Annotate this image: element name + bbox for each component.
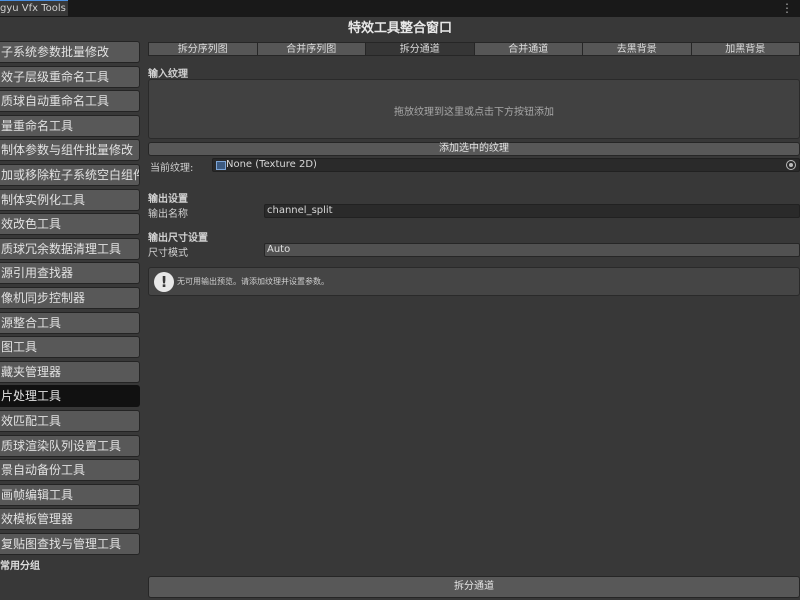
size-mode-dropdown[interactable]: Auto: [264, 243, 800, 257]
sidebar-item[interactable]: 图工具: [0, 336, 140, 359]
feature-tab[interactable]: 加黑背景: [691, 42, 800, 56]
add-selected-texture-button[interactable]: 添加选中的纹理: [148, 142, 800, 156]
tool-sidebar: 子系统参数批量修改 效子层级重命名工具 质球自动重命名工具 量重命名工具 制体参数与组件…: [0, 41, 140, 557]
feature-tabs: 拆分序列图 合并序列图 拆分通道 合并通道 去黑背景 加黑背景: [148, 42, 800, 56]
sidebar-item[interactable]: 复贴图查找与管理工具: [0, 532, 140, 555]
feature-tab[interactable]: 去黑背景: [583, 42, 692, 56]
current-texture-field[interactable]: None (Texture 2D): [212, 158, 800, 172]
sidebar-item[interactable]: 源整合工具: [0, 311, 140, 334]
sidebar-item[interactable]: 质球冗余数据清理工具: [0, 237, 140, 260]
sidebar-item[interactable]: 质球自动重命名工具: [0, 90, 140, 113]
sidebar-item[interactable]: 画帧编辑工具: [0, 483, 140, 506]
sidebar-item[interactable]: 效改色工具: [0, 213, 140, 236]
sidebar-item[interactable]: 效子层级重命名工具: [0, 65, 140, 88]
help-text: 无可用输出预览。请添加纹理并设置参数。: [177, 277, 329, 286]
input-section-label: 输入纹理: [148, 69, 188, 80]
current-texture-label: 当前纹理:: [150, 163, 194, 174]
output-name-input[interactable]: channel_split: [264, 204, 800, 218]
sidebar-item[interactable]: 效模板管理器: [0, 508, 140, 531]
output-section-label: 输出设置: [148, 194, 188, 205]
window-title: 特效工具整合窗口: [347, 21, 452, 36]
output-name-label: 输出名称: [148, 209, 188, 220]
sidebar-item[interactable]: 质球渲染队列设置工具: [0, 434, 140, 457]
help-box: ! 无可用输出预览。请添加纹理并设置参数。: [148, 267, 800, 296]
sidebar-item[interactable]: 量重命名工具: [0, 114, 140, 137]
output-size-section-label: 输出尺寸设置: [148, 233, 208, 244]
object-picker-icon[interactable]: [786, 160, 796, 170]
sidebar-item[interactable]: 源引用查找器: [0, 262, 140, 285]
sidebar-item[interactable]: 像机同步控制器: [0, 286, 140, 309]
current-texture-value: None (Texture 2D): [226, 159, 317, 170]
feature-tab[interactable]: 拆分通道: [366, 42, 475, 56]
sidebar-item[interactable]: 藏夹管理器: [0, 360, 140, 383]
window-tab[interactable]: gyu Vfx Tools: [0, 0, 68, 16]
texture-dropzone[interactable]: 拖放纹理到这里或点击下方按钮添加: [148, 79, 800, 139]
texture-icon: [216, 161, 226, 170]
split-channels-button[interactable]: 拆分通道: [148, 576, 800, 598]
feature-tab[interactable]: 合并通道: [474, 42, 583, 56]
feature-tab[interactable]: 拆分序列图: [148, 42, 258, 56]
kebab-menu-icon[interactable]: ⋮: [781, 1, 794, 15]
warning-icon: !: [154, 272, 174, 292]
sidebar-item[interactable]: 制体实例化工具: [0, 188, 140, 211]
sidebar-item[interactable]: 片处理工具: [0, 385, 140, 408]
feature-tab[interactable]: 合并序列图: [257, 42, 366, 56]
group-label: 常用分组: [0, 561, 40, 572]
size-mode-label: 尺寸模式: [148, 248, 188, 259]
sidebar-item[interactable]: 子系统参数批量修改: [0, 41, 140, 63]
sidebar-item[interactable]: 效匹配工具: [0, 409, 140, 432]
window-tab-label: gyu Vfx Tools: [0, 3, 66, 14]
sidebar-item[interactable]: 加或移除粒子系统空白组件: [0, 163, 140, 186]
sidebar-item[interactable]: 制体参数与组件批量修改: [0, 139, 140, 162]
window-tab-bar: gyu Vfx Tools ⋮: [0, 0, 800, 17]
dropzone-text: 拖放纹理到这里或点击下方按钮添加: [394, 107, 554, 118]
sidebar-item[interactable]: 景自动备份工具: [0, 459, 140, 482]
